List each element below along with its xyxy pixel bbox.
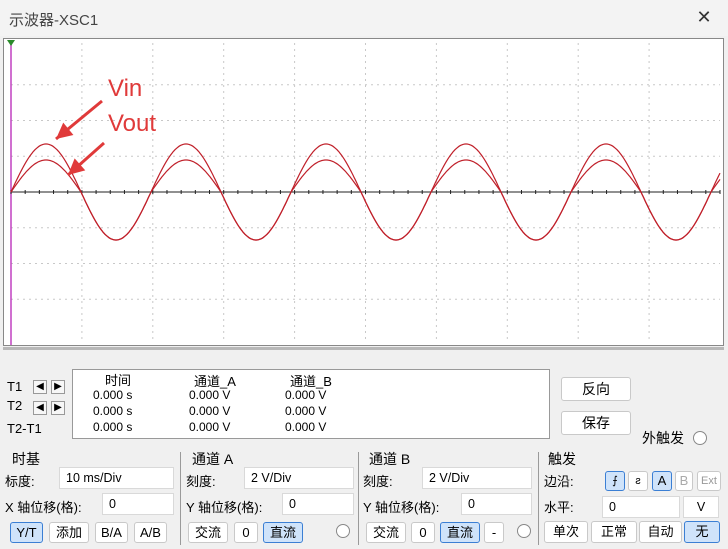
channel-a-title: 通道 A xyxy=(192,451,234,467)
channel-a-ac-button[interactable]: 交流 xyxy=(188,522,228,543)
save-button[interactable]: 保存 xyxy=(561,411,631,435)
x-position-field[interactable]: 0 xyxy=(102,493,174,515)
trigger-single-button[interactable]: 单次 xyxy=(544,521,588,543)
channel-b-ac-button[interactable]: 交流 xyxy=(366,522,406,543)
channel-b-minus-button[interactable]: - xyxy=(484,522,504,543)
group-divider xyxy=(358,452,359,545)
trigger-edge-label: 边沿: xyxy=(544,474,574,489)
channel-a-ypos-label: Y 轴位移(格): xyxy=(186,500,263,515)
t2t1-label: T2-T1 xyxy=(7,421,42,436)
reverse-button[interactable]: 反向 xyxy=(561,377,631,401)
ext-trigger-terminal[interactable] xyxy=(693,431,707,445)
t2-left-arrow-icon[interactable]: ◀ xyxy=(33,401,47,415)
row3-a: 0.000 V xyxy=(189,420,231,434)
window-title: 示波器-XSC1 xyxy=(9,12,99,29)
row1-time: 0.000 s xyxy=(93,388,133,402)
timebase-title: 时基 xyxy=(12,451,40,467)
close-icon[interactable]: ✕ xyxy=(694,7,714,28)
t2-label: T2 xyxy=(7,398,23,413)
t1-left-arrow-icon[interactable]: ◀ xyxy=(33,380,47,394)
channel-b-dc-button[interactable]: 直流 xyxy=(440,522,480,543)
channel-a-ypos-field[interactable]: 0 xyxy=(282,493,354,515)
trigger-source-b-button[interactable]: B xyxy=(675,471,693,491)
trigger-title: 触发 xyxy=(548,451,576,467)
row3-b: 0.000 V xyxy=(285,420,327,434)
trigger-auto-button[interactable]: 自动 xyxy=(639,521,682,543)
channel-b-terminal[interactable] xyxy=(517,524,531,538)
t1-label: T1 xyxy=(7,379,23,394)
channel-b-title: 通道 B xyxy=(369,451,411,467)
row2-time: 0.000 s xyxy=(93,404,133,418)
measurement-readout: 时间 通道_A 通道_B 0.000 s 0.000 V 0.000 V 0.0… xyxy=(72,369,550,439)
row2-a: 0.000 V xyxy=(189,404,231,418)
row1-b: 0.000 V xyxy=(285,388,327,402)
channel-b-ypos-field[interactable]: 0 xyxy=(461,493,532,515)
trigger-source-a-button[interactable]: A xyxy=(652,471,672,491)
t1-right-arrow-icon[interactable]: ▶ xyxy=(51,380,65,394)
channel-b-zero-button[interactable]: 0 xyxy=(411,522,435,543)
channel-a-zero-button[interactable]: 0 xyxy=(234,522,258,543)
channel-a-scale-label: 刻度: xyxy=(186,474,216,489)
row1-a: 0.000 V xyxy=(189,388,231,402)
header-time: 时间 xyxy=(105,373,132,388)
timebase-scale-label: 标度: xyxy=(5,474,35,489)
channel-a-scale-field[interactable]: 2 V/Div xyxy=(244,467,354,489)
timebase-scale-field[interactable]: 10 ms/Div xyxy=(59,467,174,489)
t2-right-arrow-icon[interactable]: ▶ xyxy=(51,401,65,415)
x-position-label: X 轴位移(格): xyxy=(5,500,82,515)
vout-annotation: Vout xyxy=(108,110,157,137)
row3-time: 0.000 s xyxy=(93,420,133,434)
trigger-source-ext-button[interactable]: Ext xyxy=(697,471,721,491)
vin-annotation: Vin xyxy=(108,75,143,102)
ext-trigger-label: 外触发 xyxy=(642,430,684,446)
mode-add-button[interactable]: 添加 xyxy=(49,522,89,543)
rising-edge-icon[interactable]: ⨍ xyxy=(605,471,625,491)
channel-b-scale-label: 刻度: xyxy=(363,474,393,489)
trigger-level-label: 水平: xyxy=(544,500,574,515)
trigger-none-button[interactable]: 无 xyxy=(684,521,720,543)
divider xyxy=(3,347,724,350)
trigger-level-unit[interactable]: V xyxy=(683,496,719,518)
falling-edge-icon[interactable]: ƨ xyxy=(628,471,648,491)
channel-b-scale-field[interactable]: 2 V/Div xyxy=(422,467,532,489)
trigger-level-field[interactable]: 0 xyxy=(602,496,680,518)
group-divider xyxy=(538,452,539,545)
row2-b: 0.000 V xyxy=(285,404,327,418)
mode-ba-button[interactable]: B/A xyxy=(95,522,128,543)
mode-ab-button[interactable]: A/B xyxy=(134,522,167,543)
group-divider xyxy=(180,452,181,545)
trigger-normal-button[interactable]: 正常 xyxy=(591,521,637,543)
channel-b-ypos-label: Y 轴位移(格): xyxy=(363,500,440,515)
cursor-t1-marker-icon xyxy=(7,40,15,46)
channel-a-dc-button[interactable]: 直流 xyxy=(263,522,303,543)
mode-yt-button[interactable]: Y/T xyxy=(10,522,43,543)
channel-a-terminal[interactable] xyxy=(336,524,350,538)
title-bar: 示波器-XSC1 ✕ xyxy=(0,0,728,36)
oscilloscope-screen: Vin Vout xyxy=(3,38,724,346)
